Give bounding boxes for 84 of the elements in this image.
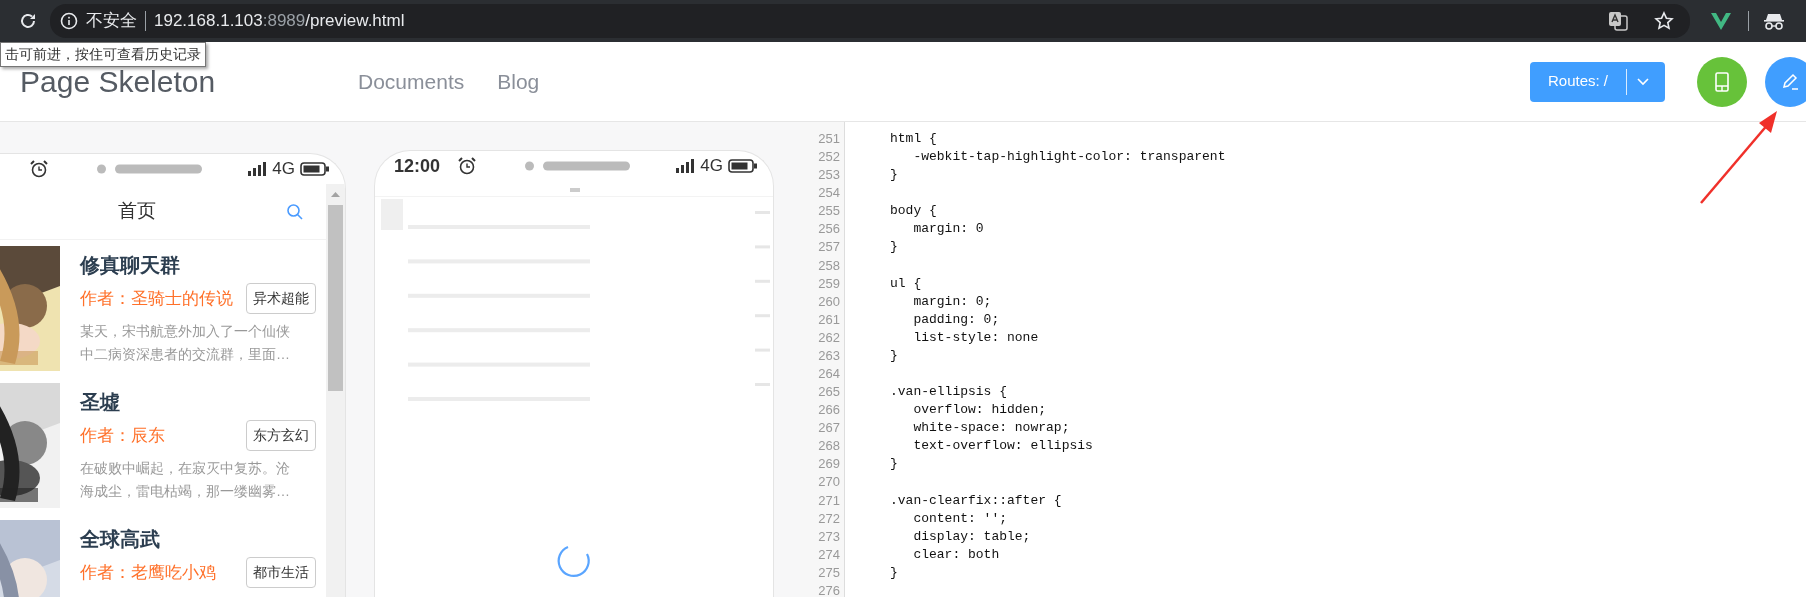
line-number: 258	[817, 256, 841, 275]
genre-tag: 都市生活	[246, 557, 316, 588]
book-author: 作者：老鹰吃小鸡	[80, 561, 216, 584]
code-line: .van-clearfix::after {	[890, 491, 1063, 510]
code-line: }	[890, 346, 899, 365]
line-number: 266	[817, 401, 841, 420]
alarm-icon	[30, 160, 48, 178]
genre-tag: 异术超能	[246, 283, 316, 314]
book-title[interactable]: 圣墟	[80, 389, 316, 415]
code-line: list-style: none	[912, 328, 1040, 347]
code-line: overflow: hidden;	[912, 401, 1048, 420]
code-line: padding: 0;	[912, 310, 1001, 329]
book-author: 作者：辰东	[80, 424, 165, 447]
line-number: 254	[817, 184, 841, 203]
v-logo-icon[interactable]	[1710, 11, 1732, 31]
line-number: 276	[817, 581, 841, 597]
code-line: ul {	[890, 274, 923, 293]
line-number: 261	[817, 310, 841, 329]
line-number: 269	[817, 455, 841, 474]
code-line: text-overflow: ellipsis	[912, 437, 1094, 456]
signal-icon	[676, 159, 695, 173]
scrollbar[interactable]	[326, 184, 345, 597]
network-label: 4G	[700, 155, 723, 178]
code-line: display: table;	[912, 527, 1032, 546]
line-number: 270	[817, 473, 841, 492]
line-number: 251	[817, 130, 841, 148]
code-line: body {	[890, 202, 938, 221]
code-line: -webkit-tap-highlight-color: transparent	[912, 148, 1227, 167]
code-line: html {	[890, 130, 938, 148]
scroll-thumb[interactable]	[328, 205, 343, 391]
translate-icon[interactable]	[1608, 11, 1628, 31]
signal-icon	[248, 162, 267, 176]
code-line: content: '';	[912, 509, 1009, 528]
line-number: 256	[817, 220, 841, 239]
alarm-icon	[458, 157, 476, 175]
book-description: 某天，宋书航意外加入了一个仙侠中二病资深患者的交流群，里面…	[80, 322, 291, 364]
code-line: }	[890, 455, 899, 474]
phone-icon	[1715, 71, 1729, 92]
code-line: margin: 0	[912, 220, 985, 239]
line-number: 252	[817, 148, 841, 167]
caret-icon	[1636, 76, 1651, 87]
line-number: 264	[817, 365, 841, 383]
book-author: 作者：圣骑士的传说	[80, 287, 233, 310]
battery-icon	[300, 162, 329, 176]
line-number: 273	[817, 527, 841, 546]
tooltip: 击可前进，按住可查看历史记录	[0, 42, 206, 67]
genre-tag: 东方玄幻	[246, 420, 316, 451]
line-number: 267	[817, 419, 841, 438]
info-icon[interactable]	[60, 12, 78, 30]
code-line: white-space: nowrap;	[912, 419, 1071, 438]
line-number: 260	[817, 292, 841, 311]
battery-icon	[728, 159, 757, 173]
code-line: margin: 0;	[912, 292, 993, 311]
page-title: 首页	[117, 199, 156, 224]
url-text[interactable]: 192.168.1.103:8989/preview.html	[154, 8, 405, 34]
line-number: 271	[817, 491, 841, 510]
code-line: }	[890, 563, 899, 582]
line-number: 263	[817, 346, 841, 365]
line-number: 275	[817, 563, 841, 582]
security-label: 不安全	[86, 10, 137, 33]
book-description: 在破败中崛起，在寂灭中复苏。沧海成尘，雷电枯竭，那一缕幽雾…	[80, 459, 291, 501]
code-line: }	[890, 238, 899, 257]
line-number: 259	[817, 274, 841, 293]
book-title[interactable]: 全球高武	[80, 526, 316, 552]
star-icon[interactable]	[1654, 11, 1674, 31]
pencil-icon	[1780, 71, 1800, 92]
line-number: 268	[817, 437, 841, 456]
network-label: 4G	[272, 158, 295, 181]
code-line: }	[890, 166, 899, 185]
edit-button[interactable]	[1765, 56, 1806, 107]
incognito-icon[interactable]	[1763, 11, 1785, 31]
code-line: .van-ellipsis {	[890, 383, 1009, 402]
line-number: 253	[817, 166, 841, 185]
search-icon[interactable]	[286, 203, 304, 221]
code-line: clear: both	[912, 545, 1001, 564]
line-number: 274	[817, 545, 841, 564]
line-number: 272	[817, 509, 841, 528]
reload-icon[interactable]	[18, 11, 38, 31]
line-number: 255	[817, 202, 841, 221]
status-time: 12:00	[394, 154, 442, 178]
book-title[interactable]: 修真聊天群	[80, 252, 316, 278]
line-number: 265	[817, 383, 841, 402]
line-number: 257	[817, 238, 841, 257]
line-number: 262	[817, 328, 841, 347]
